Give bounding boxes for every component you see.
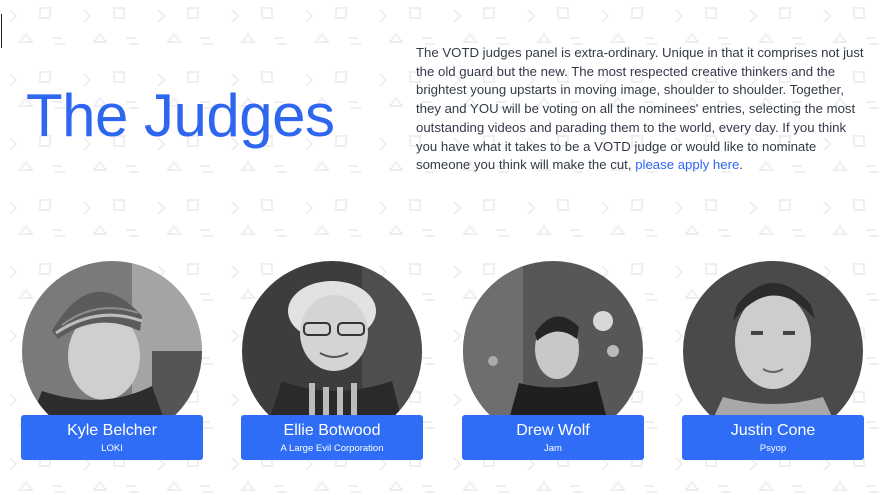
apply-link[interactable]: please apply here (635, 157, 739, 172)
cursor-mark (1, 14, 2, 48)
judge-org: A Large Evil Corporation (280, 443, 384, 454)
intro-end: . (739, 157, 743, 173)
judge-card-ellie-botwood[interactable]: Ellie Botwood A Large Evil Corporation (241, 261, 423, 461)
judge-info[interactable]: Drew Wolf Jam (462, 415, 644, 460)
judge-photo[interactable] (683, 261, 863, 441)
page-title: The Judges (26, 82, 335, 149)
judge-photo[interactable] (22, 261, 202, 441)
intro-paragraph: The VOTD judges panel is extra-ordinary.… (416, 44, 868, 175)
judge-org: LOKI (101, 443, 123, 454)
judge-photo[interactable] (463, 261, 643, 441)
judge-card-justin-cone[interactable]: Justin Cone Psyop (682, 261, 864, 461)
judge-org: Psyop (759, 443, 787, 454)
judge-name: Ellie Botwood (283, 422, 381, 439)
judge-info[interactable]: Justin Cone Psyop (682, 415, 864, 460)
judge-name: Drew Wolf (516, 422, 590, 439)
judge-name: Justin Cone (730, 422, 816, 439)
judge-photo[interactable] (242, 261, 422, 441)
judge-card-kyle-belcher[interactable]: Kyle Belcher LOKI (21, 261, 203, 461)
judge-info[interactable]: Ellie Botwood A Large Evil Corporation (241, 415, 423, 460)
judge-card-drew-wolf[interactable]: Drew Wolf Jam (462, 261, 644, 461)
judge-name: Kyle Belcher (67, 422, 157, 439)
intro-text: The VOTD judges panel is extra-ordinary.… (416, 45, 864, 173)
judge-org: Jam (544, 443, 562, 454)
judge-info[interactable]: Kyle Belcher LOKI (21, 415, 203, 460)
